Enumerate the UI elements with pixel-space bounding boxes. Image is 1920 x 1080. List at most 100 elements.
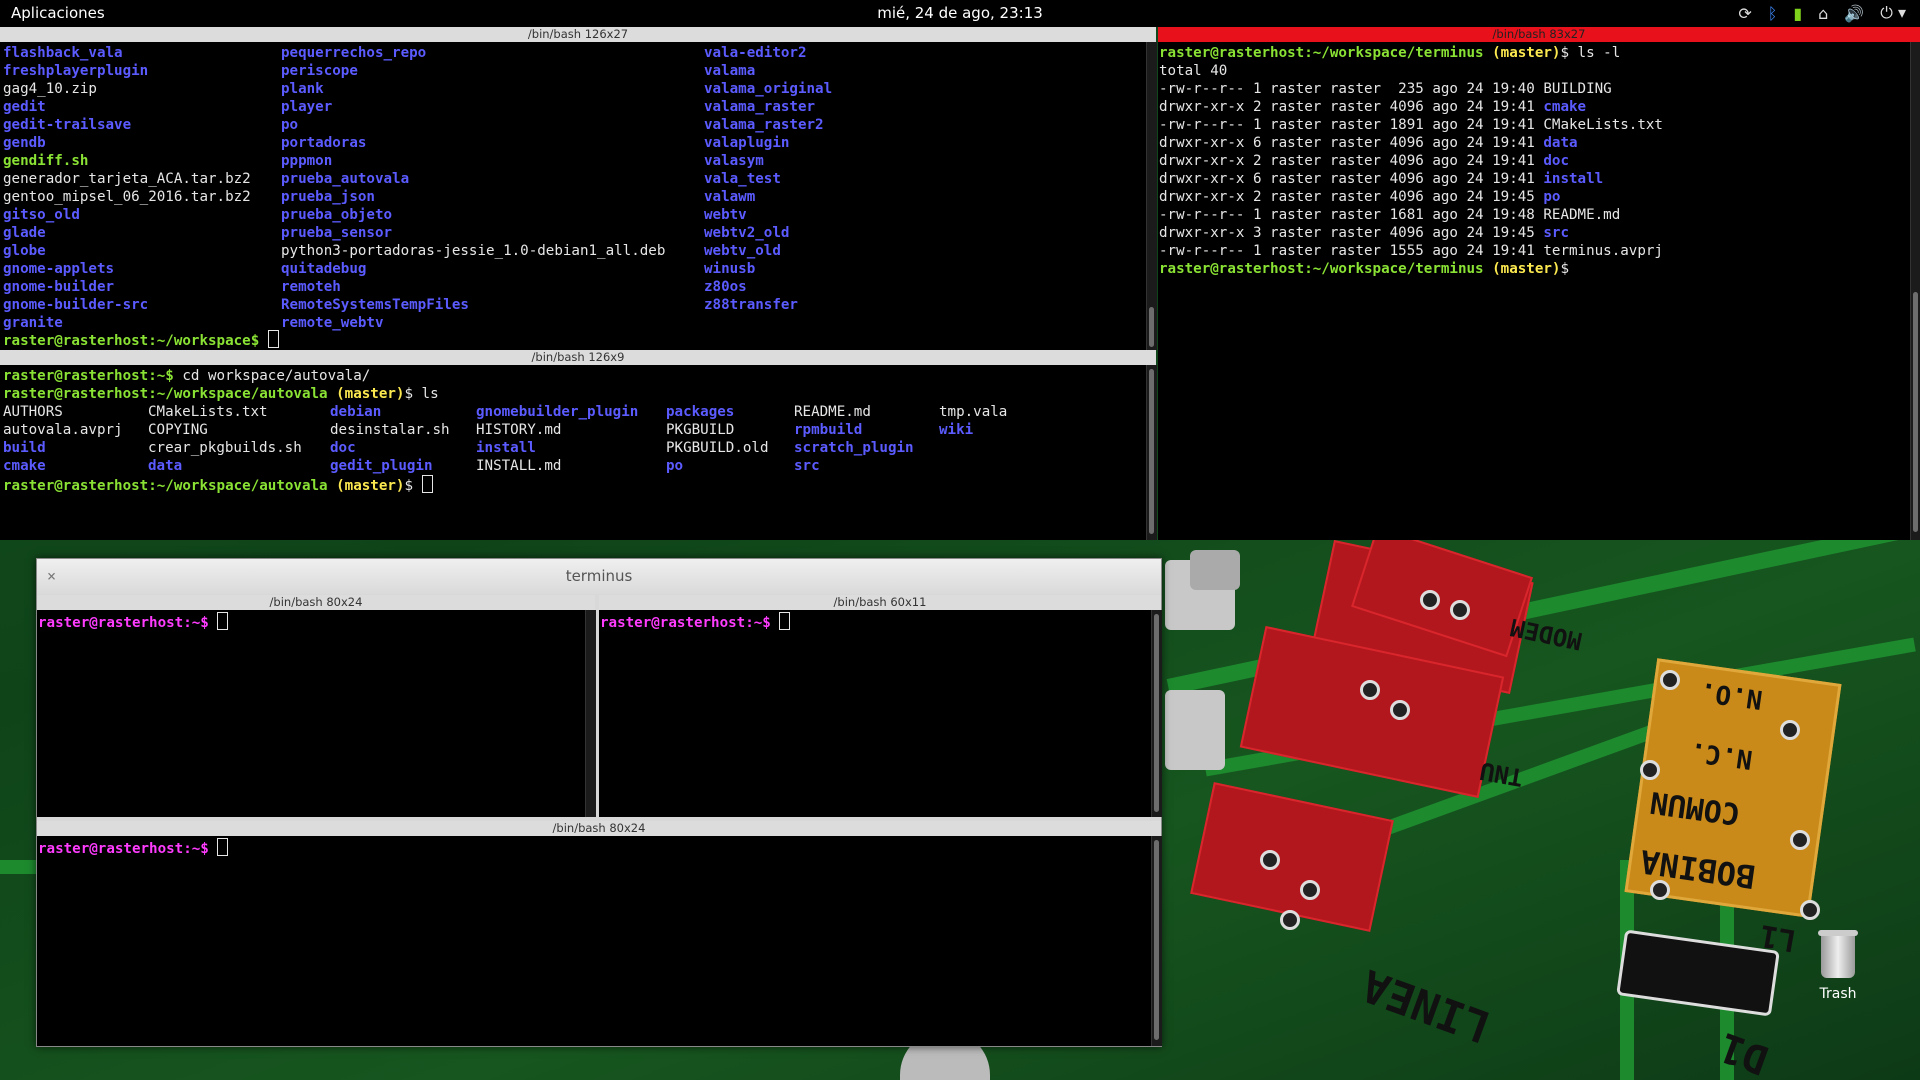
trash-label: Trash [1819, 986, 1857, 1002]
terminal-title: /bin/bash 80x24 [269, 595, 363, 609]
ls-entry: winusb [704, 261, 756, 277]
ls-entry: doc [330, 440, 356, 456]
ls-entry: globe [3, 243, 46, 259]
scroll-thumb[interactable] [1149, 307, 1154, 347]
ls-entry: debian [330, 404, 382, 420]
battery-icon[interactable]: ▮ [1793, 4, 1802, 23]
terminal-title: /bin/bash 80x24 [552, 821, 646, 835]
ls-entry: gentoo_mipsel_06_2016.tar.bz2 [3, 189, 251, 205]
ls-row: AUTHORS CMakeLists.txt debian gnomebuilder_… [3, 403, 1039, 421]
ls-column: vala-editor2 valama valama_original valama_… [704, 44, 1004, 332]
ls-entry: remoteh [281, 279, 341, 295]
ls-entry: src [794, 458, 820, 474]
cursor [217, 612, 229, 630]
scroll-thumb[interactable] [1149, 369, 1154, 534]
ls-entry: gitso_old [3, 207, 80, 223]
ls-entry: gedit-trailsave [3, 117, 132, 133]
file-name: src [1543, 225, 1569, 241]
terminal-pane-right[interactable]: raster@rasterhost:~/workspace/terminus (… [1158, 42, 1910, 540]
file-meta: drwxr-xr-x 2 raster raster 4096 ago 24 1… [1159, 189, 1544, 205]
close-icon[interactable]: × [47, 559, 56, 594]
refresh-icon[interactable]: ⟳ [1738, 4, 1751, 23]
panel-clock[interactable]: mié, 24 de ago, 23:13 [0, 4, 1920, 22]
file-meta: drwxr-xr-x 2 raster raster 4096 ago 24 1… [1159, 153, 1544, 169]
ls-entry: gnome-builder [3, 279, 115, 295]
bluetooth-icon[interactable]: ᛒ [1768, 4, 1778, 23]
file-name: doc [1543, 153, 1569, 169]
terminal-scrollbar[interactable] [1151, 836, 1162, 1046]
prompt-line: raster@rasterhost:~/workspace/terminus (… [1159, 261, 1570, 277]
ls-long-row: drwxr-xr-x 6 raster raster 4096 ago 24 1… [1159, 170, 1663, 188]
file-meta: drwxr-xr-x 6 raster raster 4096 ago 24 1… [1159, 135, 1544, 151]
terminal-title: /bin/bash 126x9 [531, 350, 625, 364]
ls-entry [939, 457, 1039, 475]
file-meta: -rw-r--r-- 1 raster raster 1891 ago 24 1… [1159, 117, 1544, 133]
ls-output: AUTHORS CMakeLists.txt debian gnomebuilder_… [3, 403, 1039, 475]
prompt-line: raster@rasterhost:~/workspace/autovala (… [3, 475, 433, 495]
ls-column: pequerrechos_repo periscope plank player po p… [281, 44, 704, 332]
terminal-titlebar-active[interactable]: /bin/bash 83x27 [1158, 27, 1920, 42]
ls-long-row: -rw-r--r-- 1 raster raster 1891 ago 24 1… [1159, 116, 1663, 134]
ls-long-row: drwxr-xr-x 2 raster raster 4096 ago 24 1… [1159, 152, 1663, 170]
scroll-thumb[interactable] [1154, 840, 1159, 1040]
ls-entry: desinstalar.sh [330, 422, 450, 438]
terminal-scrollbar[interactable] [1151, 610, 1162, 817]
applications-menu[interactable]: Aplicaciones [11, 4, 105, 22]
ls-entry: wiki [939, 422, 974, 438]
volume-icon[interactable]: 🔊 [1844, 4, 1864, 23]
ls-long-output: -rw-r--r-- 1 raster raster 235 ago 24 19… [1159, 80, 1663, 260]
terminal-scrollbar[interactable] [585, 610, 596, 817]
terminal-titlebar[interactable]: /bin/bash 80x24 [37, 821, 1161, 836]
ls-entry: crear_pkgbuilds.sh [148, 440, 302, 456]
trash-desktop-item[interactable]: Trash [1814, 930, 1862, 1002]
window-titlebar[interactable]: terminus [37, 559, 1161, 594]
ls-entry: flashback_vala [3, 45, 123, 61]
terminal-scrollbar[interactable] [1146, 42, 1157, 350]
terminus-window[interactable]: terminus × /bin/bash 80x24 raster@raster… [36, 558, 1162, 1047]
ls-entry: rpmbuild [794, 422, 863, 438]
file-name: BUILDING [1543, 81, 1612, 97]
terminal-pane-b[interactable]: raster@rasterhost:~$ [599, 610, 1151, 817]
terminal-titlebar[interactable]: /bin/bash 80x24 [37, 595, 595, 610]
terminal-scrollbar[interactable] [1910, 42, 1920, 540]
ls-row: build crear_pkgbuilds.sh doc install PKGBUIL… [3, 439, 1039, 457]
scroll-thumb[interactable] [1154, 614, 1159, 812]
network-icon[interactable]: ⌂ [1818, 4, 1828, 23]
terminal-pane-c[interactable]: raster@rasterhost:~$ [37, 836, 1151, 1046]
ls-entry: vala_test [704, 171, 781, 187]
file-name: data [1543, 135, 1578, 151]
ls-entry: quitadebug [281, 261, 367, 277]
terminal-titlebar[interactable]: /bin/bash 126x9 [0, 350, 1156, 365]
scroll-thumb[interactable] [1913, 292, 1918, 532]
ls-entry: INSTALL.md [476, 458, 562, 474]
ls-entry: webtv2_old [704, 225, 790, 241]
ls-entry: valaplugin [704, 135, 790, 151]
file-meta: drwxr-xr-x 6 raster raster 4096 ago 24 1… [1159, 171, 1544, 187]
cursor [779, 612, 791, 630]
ls-entry: z80os [704, 279, 747, 295]
terminal-pane-mid-left[interactable]: raster@rasterhost:~$ cd workspace/autova… [0, 365, 1146, 540]
ls-entry: valama_raster2 [704, 117, 824, 133]
ls-entry: gendiff.sh [3, 153, 89, 169]
terminal-pane-top-left[interactable]: flashback_vala freshplayerplugin gag4_10.z… [0, 42, 1146, 350]
ls-entry: prueba_autovala [281, 171, 410, 187]
ls-entry: freshplayerplugin [3, 63, 149, 79]
ls-entry: glade [3, 225, 46, 241]
terminal-pane-a[interactable]: raster@rasterhost:~$ [37, 610, 585, 817]
silk-label: LINEA [1355, 958, 1498, 1053]
terminal-titlebar[interactable]: /bin/bash 60x11 [599, 595, 1161, 610]
power-icon[interactable]: ⏻ ▾ [1880, 3, 1906, 23]
file-name: README.md [1543, 207, 1621, 223]
ls-entry: vala-editor2 [704, 45, 807, 61]
ls-entry: periscope [281, 63, 358, 79]
terminal-title: /bin/bash 126x27 [527, 27, 629, 41]
ls-entry: autovala.avprj [3, 422, 123, 438]
ls-entry: gedit [3, 99, 46, 115]
terminal-scrollbar[interactable] [1146, 365, 1157, 540]
ls-entry: valama_original [704, 81, 833, 97]
file-meta: drwxr-xr-x 2 raster raster 4096 ago 24 1… [1159, 99, 1544, 115]
ls-entry [939, 439, 1039, 457]
ls-entry: prueba_objeto [281, 207, 393, 223]
file-name: install [1543, 171, 1604, 187]
terminal-titlebar[interactable]: /bin/bash 126x27 [0, 27, 1156, 42]
